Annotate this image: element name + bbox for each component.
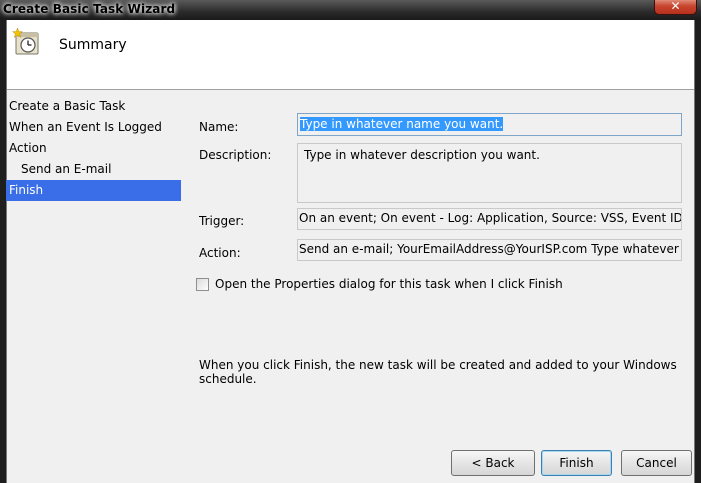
task-scheduler-clock-icon [11,27,39,55]
wizard-header: Summary [7,20,694,90]
action-field[interactable]: Send an e-mail; YourEmailAddress@YourISP… [297,239,682,261]
nav-item-finish[interactable]: Finish [6,180,181,201]
open-properties-checkbox[interactable] [196,278,209,291]
back-button[interactable]: < Back [451,450,535,476]
close-icon: ✕ [670,0,681,13]
name-value: Type in whatever name you want. [300,117,504,131]
nav-item-action[interactable]: Action [7,138,181,159]
window-title: Create Basic Task Wizard [3,2,176,16]
description-label: Description: [199,148,272,162]
nav-item-create-basic-task[interactable]: Create a Basic Task [7,96,181,117]
info-text: When you click Finish, the new task will… [199,358,677,386]
finish-button[interactable]: Finish [541,450,612,476]
nav-item-when-event-logged[interactable]: When an Event Is Logged [7,117,181,138]
description-field[interactable]: Type in whatever description you want. [297,143,682,203]
nav-item-send-email[interactable]: Send an E-mail [7,159,181,180]
wizard-steps-nav: Create a Basic Task When an Event Is Log… [6,96,181,201]
name-label: Name: [199,120,239,134]
page-title: Summary [59,37,127,53]
close-button[interactable]: ✕ [654,0,697,15]
cancel-button[interactable]: Cancel [621,450,692,476]
wizard-dialog: Summary Create a Basic Task When an Even… [6,20,695,483]
title-bar[interactable]: Create Basic Task Wizard ✕ [0,0,701,20]
trigger-label: Trigger: [199,214,245,228]
trigger-field[interactable]: On an event; On event - Log: Application… [297,208,682,230]
open-properties-label[interactable]: Open the Properties dialog for this task… [215,277,563,291]
name-field[interactable]: Type in whatever name you want. [297,113,682,136]
action-label: Action: [199,246,241,260]
